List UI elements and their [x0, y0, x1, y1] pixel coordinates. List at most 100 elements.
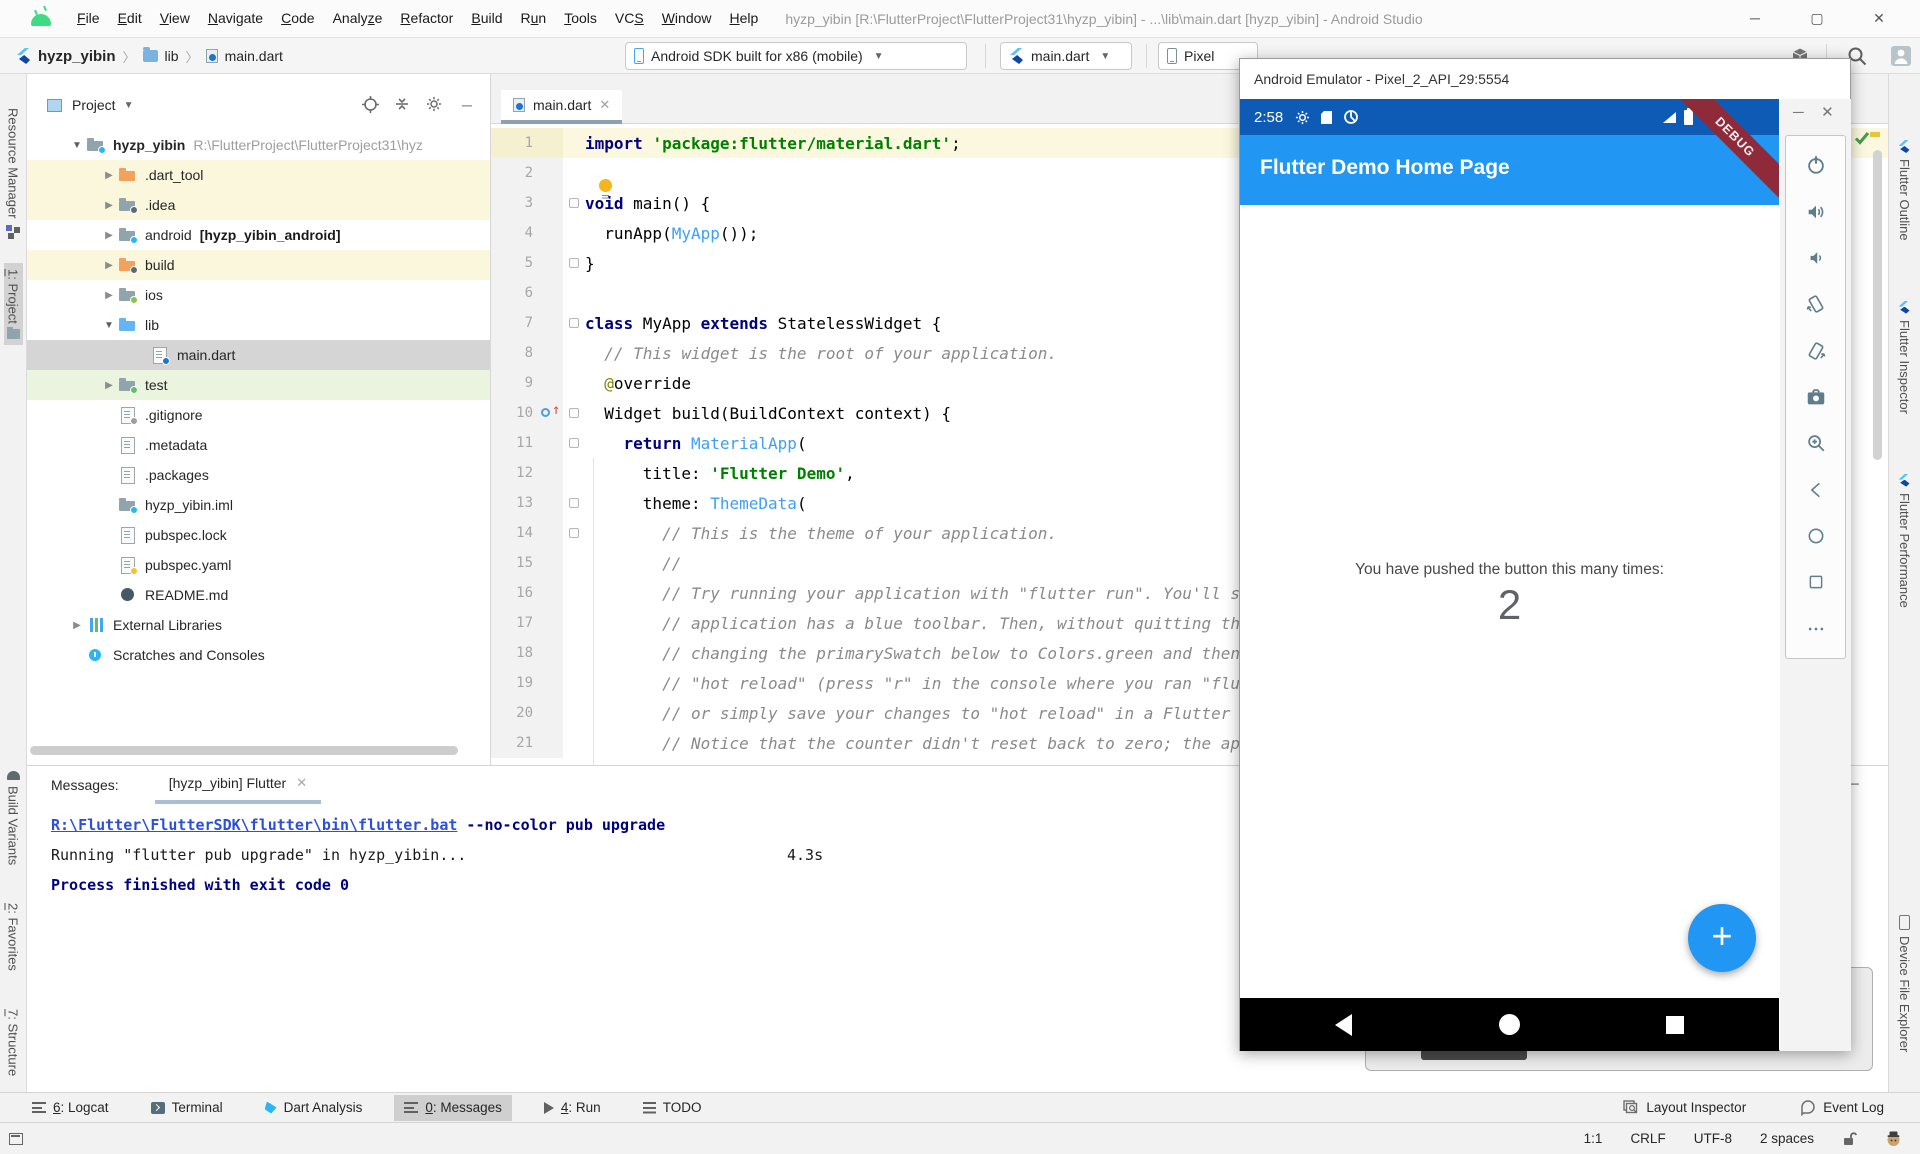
more-icon[interactable] [1803, 616, 1829, 642]
tool-button-messages[interactable]: 0: Messages [394, 1095, 512, 1121]
tree-item-pubspec-lock[interactable]: pubspec.lock [27, 520, 490, 550]
minimize-icon[interactable]: ─ [1724, 10, 1786, 27]
tree-item-pubspec-yaml[interactable]: pubspec.yaml [27, 550, 490, 580]
breadcrumb-folder[interactable]: lib [165, 48, 179, 64]
rail-item-device-file-explorer[interactable]: Device File Explorer [1895, 909, 1914, 1058]
lock-icon[interactable] [1842, 1131, 1857, 1147]
tree-item-scratches-and-consoles[interactable]: Scratches and Consoles [27, 640, 490, 670]
tree-item-hyzp-yibin-iml[interactable]: hyzp_yibin.iml [27, 490, 490, 520]
tree-item-lib[interactable]: ▼lib [27, 310, 490, 340]
menu-tools[interactable]: Tools [555, 10, 606, 26]
tree-item-ios[interactable]: ▶ios [27, 280, 490, 310]
tool-button-dart-analysis[interactable]: Dart Analysis [255, 1095, 373, 1121]
menu-refactor[interactable]: Refactor [391, 10, 462, 26]
tree-item-external-libraries[interactable]: ▶External Libraries [27, 610, 490, 640]
locate-file-icon[interactable] [362, 96, 380, 114]
overridden-marker-icon[interactable] [541, 408, 550, 417]
menu-edit[interactable]: Edit [109, 10, 151, 26]
close-tab-icon[interactable]: ✕ [296, 775, 307, 791]
rail-item-build-variants[interactable]: Build Variants [4, 765, 23, 871]
fold-marker-icon[interactable] [569, 528, 579, 538]
tool-button-layout-inspector[interactable]: Layout Inspector [1613, 1095, 1756, 1121]
collapse-arrow-icon[interactable]: ▼ [99, 320, 119, 331]
increment-fab-button[interactable]: + [1688, 904, 1756, 972]
android-back-icon[interactable] [1335, 1014, 1352, 1036]
android-home-icon[interactable] [1499, 1014, 1520, 1035]
expand-arrow-icon[interactable]: ▶ [99, 170, 119, 181]
notification-icon[interactable] [1885, 1130, 1902, 1147]
rail-item-flutter-inspector[interactable]: Flutter Inspector [1895, 295, 1914, 420]
home-icon[interactable] [1803, 523, 1829, 549]
restore-tool-windows-icon[interactable] [9, 1133, 23, 1145]
project-panel-title[interactable]: Project [72, 97, 116, 113]
minimize-icon[interactable]: ─ [1793, 104, 1804, 121]
rotate-right-icon[interactable] [1803, 338, 1829, 364]
menu-run[interactable]: Run [512, 10, 556, 26]
breadcrumb-project[interactable]: hyzp_yibin [38, 48, 116, 65]
tool-button-todo[interactable]: TODO [633, 1095, 712, 1121]
tab-main-dart[interactable]: main.dart ✕ [501, 90, 622, 124]
rail-item-resource-manager[interactable]: Resource Manager [4, 102, 23, 245]
collapse-all-icon[interactable] [394, 96, 412, 114]
run-configuration-selector[interactable]: main.dart ▼ [1000, 42, 1132, 70]
tree-item-android[interactable]: ▶android[hyzp_yibin_android] [27, 220, 490, 250]
expand-arrow-icon[interactable]: ▶ [99, 290, 119, 301]
expand-arrow-icon[interactable]: ▶ [99, 260, 119, 271]
fold-marker-icon[interactable] [569, 408, 579, 418]
back-icon[interactable] [1803, 477, 1829, 503]
tree-item-hyzp-yibin[interactable]: ▼hyzp_yibinR:\FlutterProject\FlutterProj… [27, 130, 490, 160]
menu-vcs[interactable]: VCS [606, 10, 653, 26]
menu-help[interactable]: Help [721, 10, 768, 26]
tree-item-test[interactable]: ▶test [27, 370, 490, 400]
tree-item-main-dart[interactable]: main.dart [27, 340, 490, 370]
volume-down-icon[interactable] [1803, 245, 1829, 271]
console-link[interactable]: R:\Flutter\FlutterSDK\flutter\bin\flutte… [51, 816, 457, 834]
menu-file[interactable]: File [68, 10, 109, 26]
hide-panel-icon[interactable]: ─ [458, 96, 476, 114]
tree-item--packages[interactable]: .packages [27, 460, 490, 490]
device-selector[interactable]: Android SDK built for x86 (mobile) ▼ [625, 42, 967, 70]
status-line-separator[interactable]: CRLF [1630, 1131, 1665, 1146]
rail-item-2-favorites[interactable]: 2: Favorites [4, 897, 23, 977]
close-icon[interactable]: ✕ [1848, 10, 1910, 27]
rail-item-flutter-outline[interactable]: Flutter Outline [1895, 134, 1914, 247]
tool-button-terminal[interactable]: Terminal [141, 1095, 233, 1121]
status-caret-position[interactable]: 1:1 [1584, 1131, 1603, 1146]
expand-arrow-icon[interactable]: ▶ [67, 620, 87, 631]
fold-marker-icon[interactable] [569, 438, 579, 448]
emulator-screen[interactable]: 2:58 Flutter Demo Home Page DEBUG You ha… [1240, 99, 1779, 1051]
tree-item--gitignore[interactable]: .gitignore [27, 400, 490, 430]
power-icon[interactable] [1803, 152, 1829, 178]
rail-item-flutter-performance[interactable]: Flutter Performance [1895, 468, 1914, 614]
menu-build[interactable]: Build [462, 10, 511, 26]
menu-navigate[interactable]: Navigate [199, 10, 272, 26]
settings-gear-icon[interactable] [426, 96, 444, 114]
breadcrumb-file[interactable]: main.dart [225, 48, 283, 64]
chevron-down-icon[interactable]: ▼ [124, 100, 134, 111]
rail-item-7-structure[interactable]: 7: Structure [4, 1003, 23, 1082]
tree-item-build[interactable]: ▶build [27, 250, 490, 280]
fold-marker-icon[interactable] [569, 198, 579, 208]
flutter-console-tab[interactable]: [hyzp_yibin] Flutter ✕ [155, 766, 321, 804]
volume-up-icon[interactable] [1803, 199, 1829, 225]
tool-button-run[interactable]: 4: Run [534, 1095, 611, 1121]
menu-analyze[interactable]: Analyze [324, 10, 392, 26]
expand-arrow-icon[interactable]: ▶ [99, 200, 119, 211]
status-file-encoding[interactable]: UTF-8 [1694, 1131, 1732, 1146]
editor-scrollbar[interactable] [1873, 150, 1882, 460]
tree-item--idea[interactable]: ▶.idea [27, 190, 490, 220]
intention-bulb-icon[interactable] [599, 179, 612, 192]
override-arrow-icon[interactable]: ↑ [552, 402, 560, 418]
tree-item-readme-md[interactable]: README.md [27, 580, 490, 610]
tree-item--metadata[interactable]: .metadata [27, 430, 490, 460]
fold-marker-icon[interactable] [569, 318, 579, 328]
tool-button-logcat[interactable]: 6: Logcat [22, 1095, 119, 1121]
fold-marker-icon[interactable] [569, 498, 579, 508]
tree-item--dart-tool[interactable]: ▶.dart_tool [27, 160, 490, 190]
screenshot-icon[interactable] [1803, 384, 1829, 410]
fold-marker-icon[interactable] [569, 258, 579, 268]
menu-code[interactable]: Code [272, 10, 323, 26]
emulator-title-bar[interactable]: Android Emulator - Pixel_2_API_29:5554 [1240, 59, 1850, 99]
close-icon[interactable]: ✕ [1821, 104, 1834, 121]
tool-button-event-log[interactable]: Event Log [1790, 1095, 1894, 1121]
